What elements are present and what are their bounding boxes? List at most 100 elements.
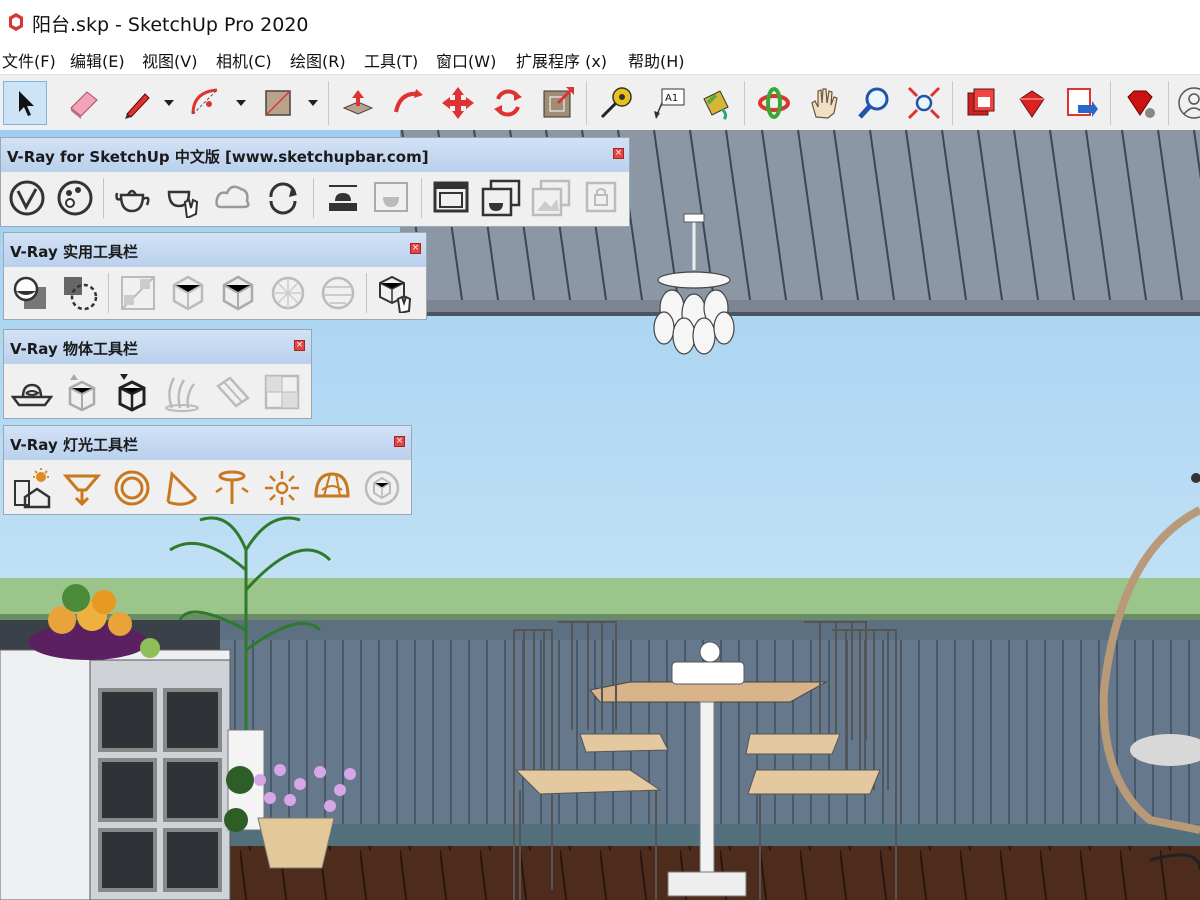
- paint-bucket-tool-button[interactable]: [694, 81, 738, 125]
- vray-dome-light-button[interactable]: [310, 466, 354, 510]
- vray-asset-editor-button[interactable]: [5, 176, 49, 220]
- vray-point-light-button[interactable]: [260, 466, 304, 510]
- text-tool-button[interactable]: A1: [646, 81, 690, 125]
- vray-fur-button[interactable]: [160, 370, 204, 414]
- arc-tool-button[interactable]: [186, 81, 230, 125]
- offset-tool-button[interactable]: [536, 81, 580, 125]
- pan-tool-button[interactable]: [802, 81, 846, 125]
- menu-help[interactable]: 帮助(H): [628, 48, 685, 72]
- vray-rectangle-light-button[interactable]: [10, 466, 54, 510]
- menu-view[interactable]: 视图(V): [142, 48, 197, 72]
- uvw-map-icon: [121, 276, 155, 310]
- vray-mesh-light-button[interactable]: [360, 466, 404, 510]
- follow-me-tool-button[interactable]: [386, 81, 430, 125]
- vray-render-to-file-button[interactable]: [479, 176, 523, 220]
- zoom-tool-button[interactable]: [852, 81, 896, 125]
- infinite-plane-icon: [11, 383, 53, 407]
- menu-tools[interactable]: 工具(T): [364, 48, 418, 72]
- menu-window[interactable]: 窗口(W): [436, 48, 496, 72]
- vray-sphere-light-button[interactable]: [110, 466, 154, 510]
- vray-lighting-analysis-button[interactable]: [369, 176, 413, 220]
- vray-render-button[interactable]: [111, 176, 155, 220]
- line-tool-button[interactable]: [116, 81, 160, 125]
- vray-sphere-map-button[interactable]: [266, 271, 310, 315]
- vray-interactive-render-button[interactable]: [161, 176, 205, 220]
- palette-header[interactable]: V-Ray 实用工具栏 ×: [4, 233, 426, 267]
- palette-header[interactable]: V-Ray 灯光工具栏 ×: [4, 426, 411, 460]
- account-button[interactable]: [1172, 81, 1200, 125]
- toolbar-separator: [1110, 81, 1111, 125]
- chevron-down-icon: [236, 100, 246, 106]
- menu-extensions[interactable]: 扩展程序 (x): [516, 48, 607, 72]
- menu-camera[interactable]: 相机(C): [216, 48, 272, 72]
- vray-scene-import-button[interactable]: [260, 370, 304, 414]
- tape-measure-tool-button[interactable]: [594, 81, 638, 125]
- menu-draw[interactable]: 绘图(R): [290, 48, 346, 72]
- extension-warehouse-button[interactable]: [1010, 81, 1054, 125]
- export-proxy-icon: [68, 374, 96, 412]
- vray-cube-map-button[interactable]: [166, 271, 210, 315]
- eraser-tool-button[interactable]: [62, 81, 106, 125]
- orbit-tool-button[interactable]: [752, 81, 796, 125]
- cube-cursor-icon: [379, 275, 412, 313]
- vray-cloud-render-button[interactable]: [211, 176, 255, 220]
- push-pull-tool-button[interactable]: [336, 81, 380, 125]
- vray-material-override-button[interactable]: [8, 271, 52, 315]
- vray-object-toolbar[interactable]: V-Ray 物体工具栏 ×: [3, 329, 312, 419]
- rectangle-icon: [265, 90, 291, 116]
- arc-options-caret[interactable]: [236, 97, 246, 109]
- svg-text:A1: A1: [665, 93, 678, 104]
- vray-viewport-render-button[interactable]: [529, 176, 573, 220]
- vray-proxy-select-button[interactable]: [374, 271, 418, 315]
- vray-spot-light-button[interactable]: [60, 466, 104, 510]
- chevron-down-icon: [164, 100, 174, 106]
- 3d-warehouse-icon: [967, 88, 995, 116]
- ruby-console-button[interactable]: [1118, 81, 1162, 125]
- vray-ies-light-button[interactable]: [160, 466, 204, 510]
- checker-cube-icon: [172, 275, 204, 311]
- select-tool-button[interactable]: [3, 81, 47, 125]
- rectangle-options-caret[interactable]: [308, 97, 318, 109]
- close-button[interactable]: ×: [394, 436, 405, 447]
- vray-mesh-clipper-button[interactable]: [210, 370, 254, 414]
- menu-file[interactable]: 文件(F): [2, 48, 56, 72]
- vray-logo-icon: [9, 180, 45, 216]
- tape-measure-icon: [600, 87, 632, 119]
- point-light-icon: [265, 471, 299, 505]
- vray-cylinder-map-button[interactable]: [316, 271, 360, 315]
- line-options-caret[interactable]: [164, 97, 174, 109]
- vray-utility-toolbar[interactable]: V-Ray 实用工具栏 ×: [3, 232, 427, 320]
- rectangle-tool-button[interactable]: [256, 81, 300, 125]
- palette-header[interactable]: V-Ray 物体工具栏 ×: [4, 330, 311, 364]
- rotate-icon: [494, 89, 522, 117]
- close-button[interactable]: ×: [613, 148, 624, 159]
- zoom-extents-tool-button[interactable]: [902, 81, 946, 125]
- rotate-tool-button[interactable]: [486, 81, 530, 125]
- close-button[interactable]: ×: [294, 340, 305, 351]
- vray-uvw-button[interactable]: [116, 271, 160, 315]
- grid-blocks-icon: [264, 374, 300, 410]
- vray-lock-camera-button[interactable]: [579, 176, 623, 220]
- vray-export-proxy-button[interactable]: [60, 370, 104, 414]
- vray-render-region-button[interactable]: [429, 176, 473, 220]
- menu-edit[interactable]: 编辑(E): [70, 48, 125, 72]
- 3d-warehouse-button[interactable]: [960, 81, 1004, 125]
- vray-frame-buffer-button[interactable]: [321, 176, 365, 220]
- vray-infinite-plane-button[interactable]: [10, 370, 54, 414]
- palette-header[interactable]: V-Ray for SketchUp 中文版 [www.sketchupbar.…: [1, 138, 629, 172]
- batch-render-icon: [269, 182, 297, 215]
- vray-omni-light-button[interactable]: [210, 466, 254, 510]
- sphere-map-icon: [271, 276, 305, 310]
- vray-main-toolbar[interactable]: V-Ray for SketchUp 中文版 [www.sketchupbar.…: [0, 137, 630, 227]
- zoom-extents-icon: [907, 86, 941, 120]
- vray-material-palette-button[interactable]: [53, 176, 97, 220]
- move-tool-button[interactable]: [436, 81, 480, 125]
- layout-send-button[interactable]: [1060, 81, 1104, 125]
- vray-batch-render-button[interactable]: [261, 176, 305, 220]
- vray-import-proxy-button[interactable]: [110, 370, 154, 414]
- vray-light-toolbar[interactable]: V-Ray 灯光工具栏 ×: [3, 425, 412, 515]
- close-button[interactable]: ×: [410, 243, 421, 254]
- vray-box-map-button[interactable]: [216, 271, 260, 315]
- vray-select-by-material-button[interactable]: [58, 271, 102, 315]
- palette-title: V-Ray 灯光工具栏: [10, 436, 138, 454]
